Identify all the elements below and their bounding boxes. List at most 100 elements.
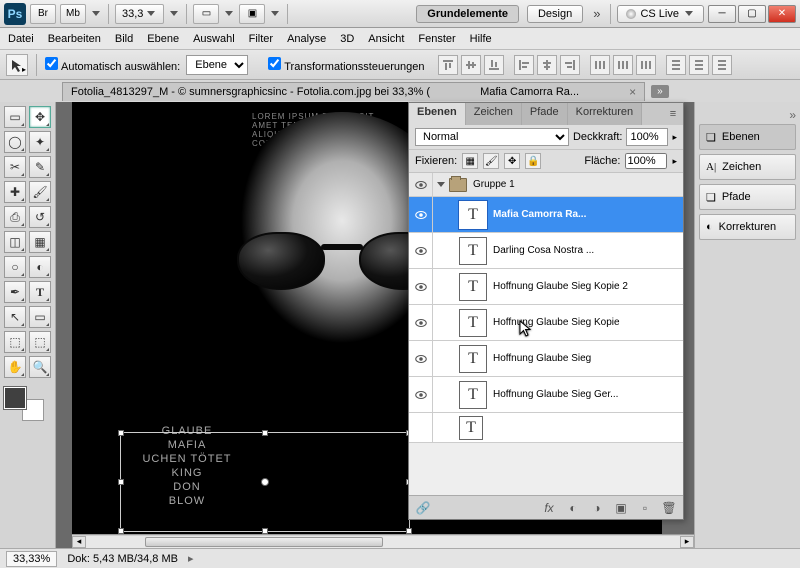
eyedropper-tool[interactable]: ✎ — [29, 156, 51, 178]
tab-pfade[interactable]: Pfade — [522, 103, 568, 125]
menu-analyse[interactable]: Analyse — [287, 33, 326, 45]
strip-pfade[interactable]: ❏Pfade — [699, 184, 796, 210]
auto-select-checkbox[interactable]: Automatisch auswählen: — [45, 57, 180, 73]
transform-checkbox[interactable]: Transformationssteuerungen — [268, 57, 424, 73]
workspace-active[interactable]: Grundelemente — [416, 5, 519, 23]
lock-position-icon[interactable]: ✥ — [504, 153, 520, 169]
status-zoom[interactable]: 33,33% — [6, 551, 57, 567]
transform-bounding-box[interactable] — [120, 432, 410, 532]
chevron-right-icon[interactable]: ▸ — [672, 132, 677, 143]
view-arrange-button[interactable]: ▭ — [193, 4, 219, 24]
lock-transparent-icon[interactable]: ▦ — [462, 153, 478, 169]
blur-tool[interactable]: ○ — [4, 256, 26, 278]
lasso-tool[interactable]: ◯ — [4, 131, 26, 153]
opacity-input[interactable] — [626, 128, 668, 146]
distribute-h1-icon[interactable] — [590, 55, 610, 75]
visibility-toggle[interactable] — [409, 173, 433, 196]
marquee-tool[interactable]: ▭ — [4, 106, 26, 128]
align-left-icon[interactable] — [514, 55, 534, 75]
layer-group[interactable]: Gruppe 1 — [409, 173, 683, 197]
maximize-button[interactable]: ▢ — [738, 5, 766, 23]
visibility-toggle[interactable] — [409, 233, 433, 268]
chevron-down-icon[interactable] — [225, 11, 233, 16]
fill-input[interactable] — [625, 153, 667, 169]
scroll-thumb[interactable] — [145, 537, 383, 547]
distribute-v1-icon[interactable] — [666, 55, 686, 75]
menu-fenster[interactable]: Fenster — [418, 33, 455, 45]
distribute-h3-icon[interactable] — [636, 55, 656, 75]
status-arrow-icon[interactable]: ▸ — [188, 552, 194, 565]
align-vcenter-icon[interactable] — [461, 55, 481, 75]
minibridge-button[interactable]: Mb — [60, 4, 86, 24]
scroll-right-icon[interactable]: ▸ — [680, 536, 694, 548]
distribute-v3-icon[interactable] — [712, 55, 732, 75]
strip-korrekturen[interactable]: ◐Korrekturen — [699, 214, 796, 240]
menu-ebene[interactable]: Ebene — [147, 33, 179, 45]
scroll-left-icon[interactable]: ◂ — [72, 536, 86, 548]
history-brush-tool[interactable]: ↺ — [29, 206, 51, 228]
foreground-swatch[interactable] — [4, 387, 26, 409]
strip-zeichen[interactable]: A|Zeichen — [699, 154, 796, 180]
document-tab[interactable]: Fotolia_4813297_M - © sumnersgraphicsinc… — [62, 82, 645, 101]
visibility-toggle[interactable] — [409, 269, 433, 304]
3d-camera-tool[interactable]: ⬚ — [29, 331, 51, 353]
layer-row[interactable]: T Hoffnung Glaube Sieg Kopie — [409, 305, 683, 341]
auto-select-combo[interactable]: Ebene — [186, 55, 248, 75]
type-tool[interactable]: T — [29, 281, 51, 303]
shape-tool[interactable]: ▭ — [29, 306, 51, 328]
menu-auswahl[interactable]: Auswahl — [193, 33, 235, 45]
gradient-tool[interactable]: ▦ — [29, 231, 51, 253]
tab-zeichen[interactable]: Zeichen — [466, 103, 522, 125]
lock-pixels-icon[interactable]: 🖌 — [483, 153, 499, 169]
close-button[interactable]: ✕ — [768, 5, 796, 23]
strip-ebenen[interactable]: ❏Ebenen — [699, 124, 796, 150]
align-right-icon[interactable] — [560, 55, 580, 75]
layer-name[interactable]: Hoffnung Glaube Sieg Kopie 2 — [493, 281, 683, 292]
menu-filter[interactable]: Filter — [249, 33, 273, 45]
cslive-button[interactable]: CS Live — [617, 5, 704, 23]
layer-name[interactable]: Darling Cosa Nostra ... — [493, 245, 683, 256]
layer-row-partial[interactable]: T — [409, 413, 683, 443]
color-swatches[interactable] — [4, 387, 44, 423]
move-tool-icon[interactable]: ▸ — [6, 54, 28, 76]
heal-tool[interactable]: ✚ — [4, 181, 26, 203]
layer-name[interactable]: Mafia Camorra Ra... — [493, 209, 683, 220]
menu-bild[interactable]: Bild — [115, 33, 133, 45]
new-layer-icon[interactable]: ▫ — [635, 499, 655, 517]
hand-tool[interactable]: ✋ — [4, 356, 26, 378]
pen-tool[interactable]: ✒ — [4, 281, 26, 303]
brush-tool[interactable]: 🖌 — [29, 181, 51, 203]
chevron-right-icon[interactable]: ▸ — [672, 156, 677, 167]
transform-center[interactable] — [261, 478, 269, 486]
zoom-tool[interactable]: 🔍 — [29, 356, 51, 378]
strip-collapse-icon[interactable]: » — [699, 108, 796, 120]
move-tool[interactable]: ✥ — [29, 106, 51, 128]
align-top-icon[interactable] — [438, 55, 458, 75]
menu-datei[interactable]: Datei — [8, 33, 34, 45]
visibility-toggle[interactable] — [409, 341, 433, 376]
delete-layer-icon[interactable]: 🗑 — [659, 499, 679, 517]
eraser-tool[interactable]: ◫ — [4, 231, 26, 253]
chevron-down-icon[interactable] — [170, 11, 178, 16]
layer-row[interactable]: T Darling Cosa Nostra ... — [409, 233, 683, 269]
panel-menu-icon[interactable]: ≡ — [663, 103, 683, 125]
distribute-v2-icon[interactable] — [689, 55, 709, 75]
tab-ebenen[interactable]: Ebenen — [409, 103, 466, 125]
layer-row[interactable]: T Hoffnung Glaube Sieg — [409, 341, 683, 377]
stamp-tool[interactable]: ⎙ — [4, 206, 26, 228]
transform-handle[interactable] — [118, 430, 124, 436]
menu-3d[interactable]: 3D — [340, 33, 354, 45]
layers-panel[interactable]: Ebenen Zeichen Pfade Korrekturen ≡ Norma… — [408, 102, 684, 520]
visibility-toggle[interactable] — [409, 377, 433, 412]
crop-tool[interactable]: ✂ — [4, 156, 26, 178]
transform-handle[interactable] — [262, 430, 268, 436]
wand-tool[interactable]: ✦ — [29, 131, 51, 153]
chevron-down-icon[interactable] — [92, 11, 100, 16]
transform-handle[interactable] — [118, 479, 124, 485]
blend-mode-select[interactable]: Normal — [415, 128, 569, 146]
3d-tool[interactable]: ⬚ — [4, 331, 26, 353]
adjustment-icon[interactable]: ◑ — [587, 499, 607, 517]
link-layers-icon[interactable]: 🔗 — [413, 499, 433, 517]
chevron-down-icon[interactable] — [271, 11, 279, 16]
new-group-icon[interactable]: ▣ — [611, 499, 631, 517]
